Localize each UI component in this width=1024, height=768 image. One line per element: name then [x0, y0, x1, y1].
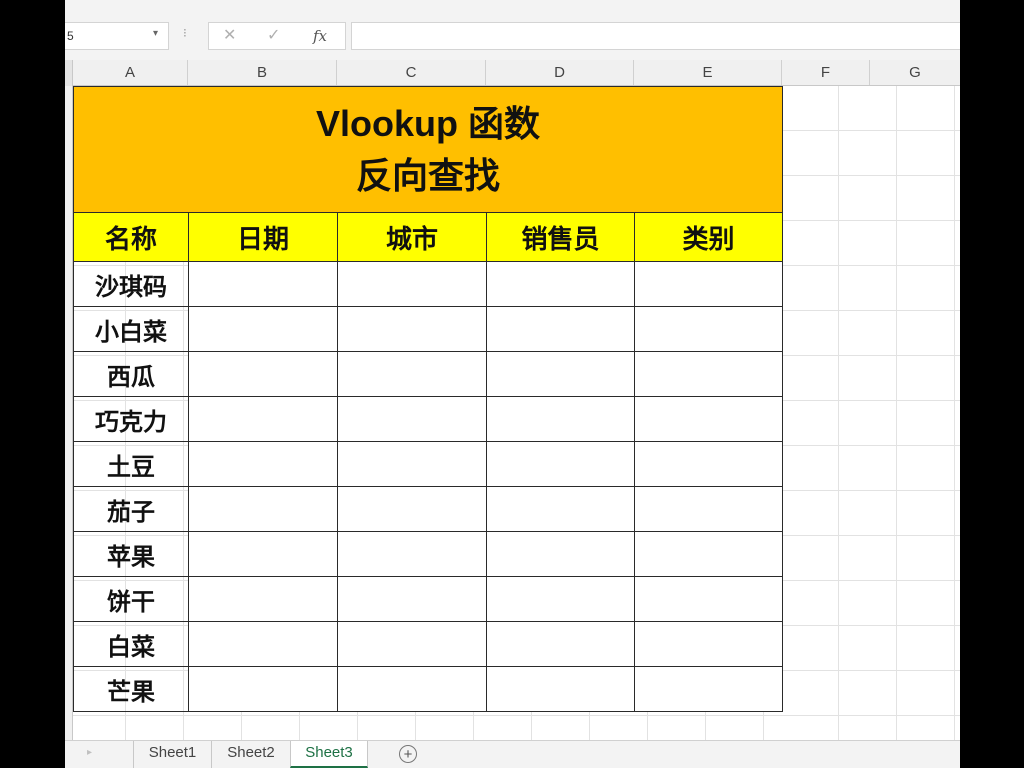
empty-cell[interactable]: [486, 396, 635, 442]
empty-cell[interactable]: [337, 351, 487, 397]
empty-cell[interactable]: [634, 621, 783, 667]
name-cell[interactable]: 芒果: [73, 666, 189, 712]
empty-cell[interactable]: [486, 486, 635, 532]
column-header-b[interactable]: B: [188, 60, 337, 85]
empty-cell[interactable]: [486, 576, 635, 622]
empty-cell[interactable]: [188, 261, 338, 307]
empty-cell[interactable]: [337, 486, 487, 532]
column-header-a[interactable]: A: [73, 60, 188, 85]
sheet-tab-2[interactable]: Sheet2: [211, 741, 290, 768]
table-row: 土豆: [73, 441, 783, 487]
empty-cell[interactable]: [486, 531, 635, 577]
tab-scroll-icon[interactable]: ▸: [87, 747, 92, 758]
table-row: 茄子: [73, 486, 783, 532]
empty-cell[interactable]: [337, 666, 487, 712]
name-cell[interactable]: 土豆: [73, 441, 189, 487]
column-header-e[interactable]: E: [634, 60, 782, 85]
column-header-c[interactable]: C: [337, 60, 486, 85]
sheet-tab-3[interactable]: Sheet3: [290, 741, 368, 768]
header-cell-city[interactable]: 城市: [337, 212, 487, 262]
name-box-value: 5: [67, 29, 74, 43]
table-row: 沙琪码: [73, 261, 783, 307]
empty-cell[interactable]: [188, 531, 338, 577]
table-row: 白菜: [73, 621, 783, 667]
column-header-row: A B C D E F G: [65, 60, 960, 86]
name-cell[interactable]: 西瓜: [73, 351, 189, 397]
title-line-2: 反向查找: [355, 154, 500, 196]
empty-cell[interactable]: [486, 441, 635, 487]
empty-cell[interactable]: [486, 261, 635, 307]
table-row: 小白菜: [73, 306, 783, 352]
empty-cell[interactable]: [634, 351, 783, 397]
header-cell-category[interactable]: 类别: [634, 212, 783, 262]
data-table: Vlookup 函数 反向查找 名称 日期 城市 销售员 类别 沙琪码 小白菜 …: [73, 86, 783, 712]
empty-cell[interactable]: [486, 621, 635, 667]
empty-cell[interactable]: [634, 396, 783, 442]
table-row: 饼干: [73, 576, 783, 622]
spreadsheet-window: 5 ▾ ⁝ ✕ ✓ fx A B C D E F G Vlookup 函数 反向…: [65, 0, 960, 768]
empty-cell[interactable]: [337, 261, 487, 307]
empty-cell[interactable]: [486, 351, 635, 397]
empty-cell[interactable]: [634, 306, 783, 352]
formula-input[interactable]: [351, 22, 960, 50]
title-cell[interactable]: Vlookup 函数 反向查找: [73, 86, 783, 213]
cancel-button[interactable]: ✕: [223, 23, 236, 49]
empty-cell[interactable]: [337, 621, 487, 667]
name-cell[interactable]: 小白菜: [73, 306, 189, 352]
empty-cell[interactable]: [188, 666, 338, 712]
empty-cell[interactable]: [188, 441, 338, 487]
formula-buttons: ✕ ✓ fx: [208, 22, 346, 50]
empty-cell[interactable]: [634, 576, 783, 622]
table-row: 西瓜: [73, 351, 783, 397]
empty-cell[interactable]: [337, 441, 487, 487]
insert-function-button[interactable]: fx: [313, 23, 327, 49]
enter-button[interactable]: ✓: [267, 23, 280, 49]
sheet-tab-bar: ▸ Sheet1 Sheet2 Sheet3 +: [65, 740, 960, 768]
empty-cell[interactable]: [634, 486, 783, 532]
column-header-g[interactable]: G: [870, 60, 960, 85]
empty-cell[interactable]: [188, 621, 338, 667]
empty-cell[interactable]: [634, 666, 783, 712]
sheet-tab-1[interactable]: Sheet1: [133, 741, 211, 768]
empty-cell[interactable]: [188, 306, 338, 352]
empty-cell[interactable]: [337, 396, 487, 442]
formula-bar: 5 ▾ ⁝ ✕ ✓ fx: [65, 14, 960, 60]
table-row: 巧克力: [73, 396, 783, 442]
table-row: 苹果: [73, 531, 783, 577]
column-header-d[interactable]: D: [486, 60, 634, 85]
name-cell[interactable]: 饼干: [73, 576, 189, 622]
empty-cell[interactable]: [188, 396, 338, 442]
header-cell-date[interactable]: 日期: [188, 212, 338, 262]
empty-cell[interactable]: [188, 486, 338, 532]
name-cell[interactable]: 苹果: [73, 531, 189, 577]
title-line-1: Vlookup 函数: [316, 102, 540, 144]
empty-cell[interactable]: [337, 531, 487, 577]
empty-cell[interactable]: [634, 441, 783, 487]
table-row: 芒果: [73, 666, 783, 712]
empty-cell[interactable]: [188, 576, 338, 622]
empty-cell[interactable]: [486, 666, 635, 712]
empty-cell[interactable]: [337, 306, 487, 352]
name-cell[interactable]: 茄子: [73, 486, 189, 532]
add-sheet-button[interactable]: +: [399, 745, 417, 763]
name-cell[interactable]: 白菜: [73, 621, 189, 667]
header-cell-salesperson[interactable]: 销售员: [486, 212, 635, 262]
empty-cell[interactable]: [634, 261, 783, 307]
empty-cell[interactable]: [188, 351, 338, 397]
ribbon-edge: [65, 0, 960, 15]
row-header-column: [65, 86, 73, 740]
name-box[interactable]: 5 ▾: [65, 22, 169, 50]
select-all-corner[interactable]: [65, 60, 73, 86]
empty-cell[interactable]: [486, 306, 635, 352]
empty-cell[interactable]: [337, 576, 487, 622]
chevron-down-icon[interactable]: ▾: [153, 28, 158, 39]
header-row: 名称 日期 城市 销售员 类别: [73, 212, 783, 262]
empty-cell[interactable]: [634, 531, 783, 577]
name-cell[interactable]: 巧克力: [73, 396, 189, 442]
header-cell-name[interactable]: 名称: [73, 212, 189, 262]
name-cell[interactable]: 沙琪码: [73, 261, 189, 307]
drag-handle-icon[interactable]: ⁝: [183, 26, 187, 40]
column-header-f[interactable]: F: [782, 60, 870, 85]
